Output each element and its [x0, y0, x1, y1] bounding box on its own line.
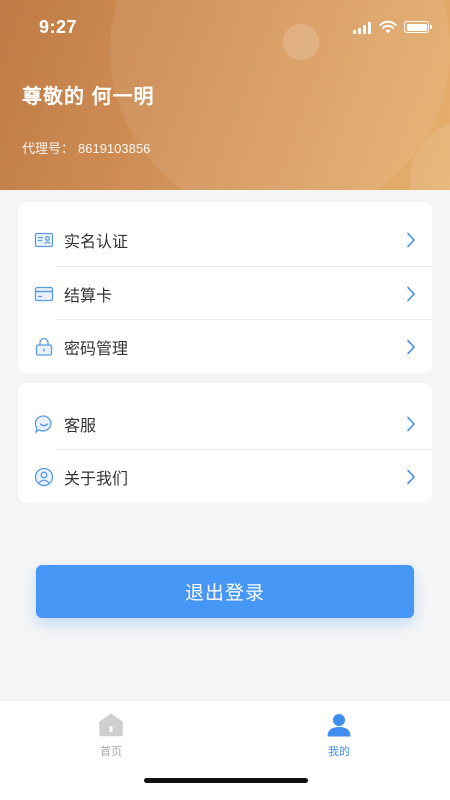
battery-level — [406, 23, 427, 31]
status-bar: 9:27 — [0, 0, 450, 52]
logout-button[interactable]: 退出登录 — [36, 565, 414, 618]
menu-item-label: 实名认证 — [64, 233, 129, 251]
menu-item-about-us[interactable]: 关于我们 — [18, 450, 432, 503]
home-indicator — [144, 778, 308, 783]
tab-home-label: 首页 — [100, 746, 122, 758]
battery-icon — [404, 21, 432, 33]
tab-mine-label: 我的 — [328, 746, 350, 758]
account-settings-card: 实名认证 结算卡 密码管理 — [18, 202, 432, 373]
menu-item-settlement-card[interactable]: 结算卡 — [18, 267, 432, 320]
menu-item-label: 密码管理 — [64, 340, 129, 358]
user-icon — [327, 714, 351, 737]
status-time: 9:27 — [39, 17, 78, 37]
menu-item-label: 客服 — [64, 417, 97, 435]
id-card-icon — [34, 232, 54, 247]
bottom-tab-bar: 首页 我的 — [0, 700, 450, 800]
tab-mine[interactable]: 我的 — [299, 713, 379, 759]
menu-item-label: 结算卡 — [64, 287, 113, 305]
profile-header: 9:27 尊敬的 何一明 代理号： 8619103856 — [0, 0, 450, 190]
menu-item-customer-service[interactable]: 客服 — [18, 397, 432, 450]
agent-number-label: 代理号： — [22, 141, 75, 156]
chevron-right-icon — [407, 339, 415, 354]
bank-card-icon — [34, 286, 54, 301]
user-greeting: 尊敬的 何一明 — [22, 86, 155, 108]
chevron-right-icon — [407, 469, 415, 484]
support-card: 客服 关于我们 — [18, 383, 432, 503]
person-circle-icon — [34, 467, 54, 486]
agent-number: 8619103856 — [78, 141, 151, 156]
agent-number-line: 代理号： 8619103856 — [22, 138, 150, 157]
wifi-icon — [379, 20, 397, 34]
chevron-right-icon — [407, 286, 415, 301]
menu-item-label: 关于我们 — [64, 470, 129, 488]
menu-item-password-management[interactable]: 密码管理 — [18, 320, 432, 373]
tab-home[interactable]: 首页 — [71, 713, 151, 759]
menu-item-real-name-verification[interactable]: 实名认证 — [18, 213, 432, 266]
chat-bubble-icon — [34, 414, 52, 433]
chevron-right-icon — [407, 232, 415, 247]
home-icon — [99, 713, 123, 737]
chevron-right-icon — [407, 416, 415, 431]
signal-icon — [353, 22, 373, 34]
lock-icon — [35, 337, 53, 356]
